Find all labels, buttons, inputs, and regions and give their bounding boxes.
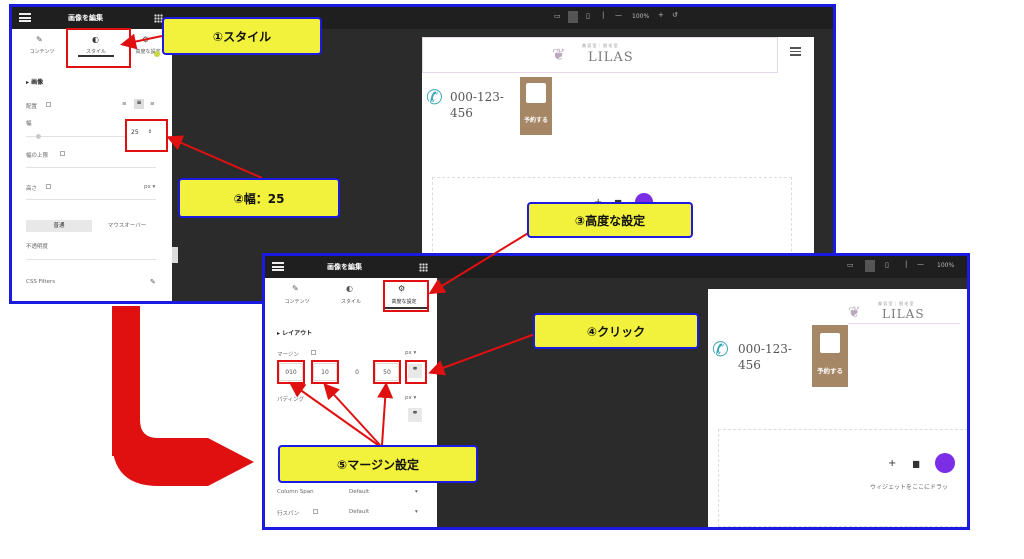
callout-click: ④クリック [533,313,699,349]
callout-style: ①スタイル [162,17,322,55]
annotation-arrows [112,33,536,486]
callout-advanced: ③高度な設定 [527,202,693,238]
callout-width: ②幅：25 [178,178,340,218]
callout-margin: ⑤マージン設定 [278,445,478,483]
